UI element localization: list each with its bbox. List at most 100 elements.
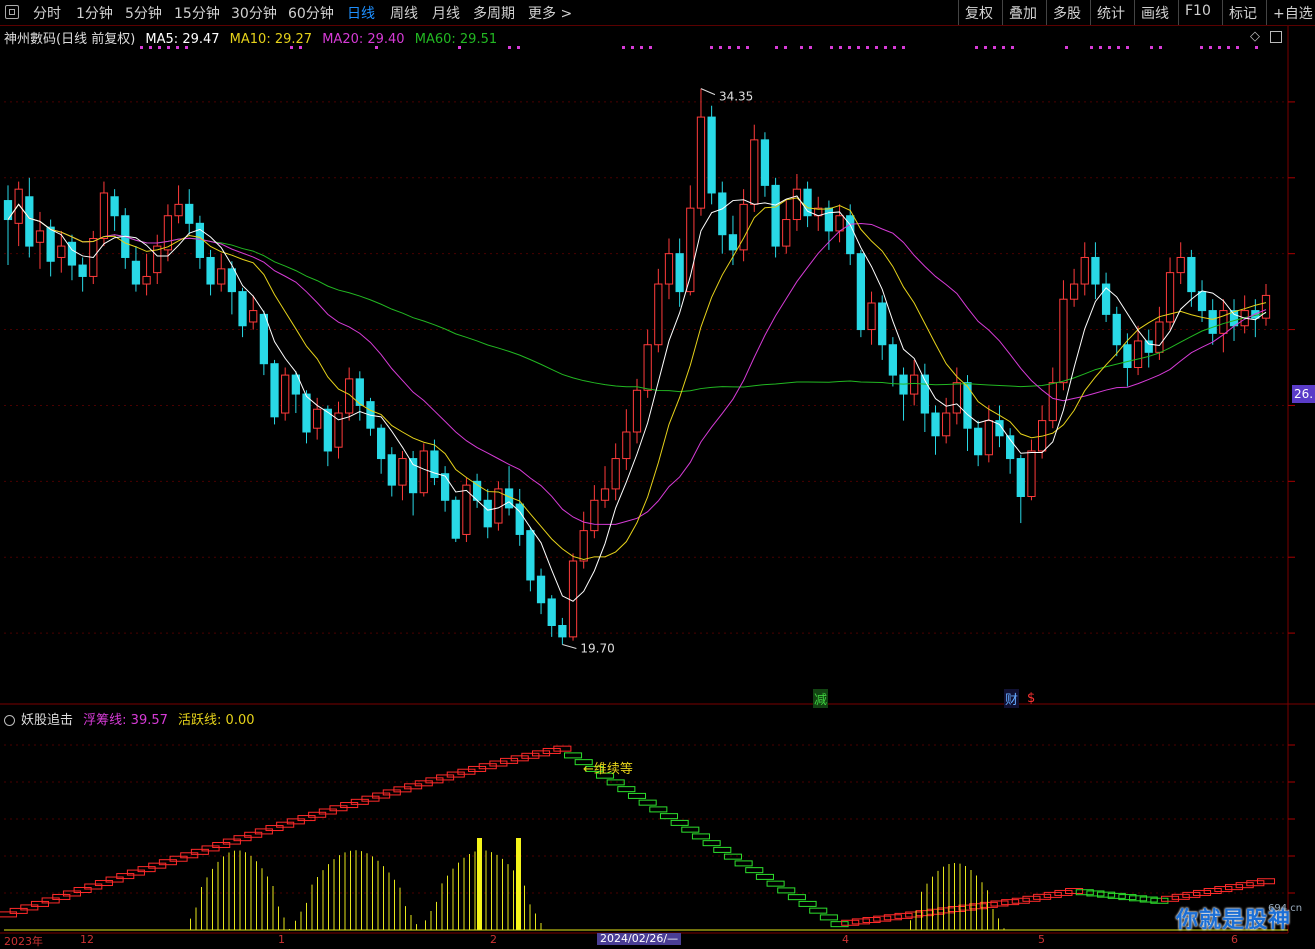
chip-line-step [318,808,337,815]
diamond-icon[interactable]: ◇ [1250,29,1260,44]
chip-line-step [9,907,28,914]
candle-body [142,275,151,285]
chip-line-step [659,813,679,820]
candle-body [867,302,876,331]
signal-dot [1002,46,1005,49]
candle-body [654,283,663,346]
signal-dot [1209,46,1212,49]
chip-line-step [883,914,902,921]
signal-dot [710,46,713,49]
chip-line-step [297,815,316,822]
signal-dot [800,46,803,49]
chip-line-step [404,783,423,790]
signal-dot [784,46,787,49]
signal-dot [631,46,634,49]
chip-line-step [1043,891,1062,898]
signal-dot [1126,46,1129,49]
ma5-value: MA5: 29.47 [145,32,220,47]
chip-line-step [1256,878,1276,885]
candle-body [878,302,887,346]
finance-marker[interactable]: 财 [1004,689,1020,708]
reduce-marker[interactable]: 减 [813,689,829,708]
candle-body [302,393,311,433]
candle-body [792,188,802,221]
dollar-marker[interactable]: $ [1027,691,1035,706]
chip-line-step [201,845,220,852]
x-label-2: 2 [490,933,497,946]
chip-line-step [1022,895,1041,902]
indicator-name[interactable]: 妖股追击 [21,713,73,728]
active-spike-bar [516,838,521,930]
candle-body [1048,382,1057,422]
signal-dot [1236,46,1239,49]
chip-line-step [606,779,625,786]
candle-body [99,192,109,239]
candle-body [526,530,535,581]
chip-line-step [20,904,39,911]
chip-line-step [222,838,241,845]
signal-dot [1150,46,1153,49]
candle-body [185,203,194,224]
chip-line-step [564,752,583,759]
chip-line-step [329,805,348,812]
chip-line-step [862,917,881,924]
chip-line-step [393,786,412,793]
signal-dot [902,46,905,49]
chip-line-step [990,900,1009,907]
candle-body [217,268,226,285]
chip-line-step [340,802,359,809]
chip-line-step [681,826,700,833]
candlestick-chart[interactable]: 34.35 19.70 [0,0,1315,945]
signal-dot [746,46,749,49]
chip-line-step [713,846,732,853]
candle-body [451,499,460,539]
candle-body [952,382,961,414]
chip-line-step [169,855,188,862]
chip-line-step [0,911,18,918]
ma-legend: 神州數码(日线 前复权) MA5: 29.47 MA10: 29.27 MA20… [4,28,503,47]
signal-dot [649,46,652,49]
candle-body [984,420,993,456]
chip-line-step [830,921,849,928]
signal-dot [839,46,842,49]
chip-line-step [126,869,145,876]
candle-body [174,203,183,217]
signal-dot [984,46,987,49]
chip-line-step [766,880,785,887]
candle-body [782,219,791,247]
candle-body [1112,313,1121,346]
candle-body [1261,294,1271,319]
floating-chips-value: 浮筹线: 39.57 [83,713,168,728]
candle-body [707,116,716,194]
chip-line-step [1011,897,1030,904]
window-icon[interactable] [1270,30,1283,43]
chip-line-step [798,900,817,907]
chip-line-step [691,833,710,840]
candle-body [1133,340,1143,368]
ma10-value: MA10: 29.27 [229,32,313,47]
indicator-settings-icon[interactable] [4,715,15,726]
ma60-value: MA60: 29.51 [414,32,498,47]
candle-body [270,363,279,418]
candle-body [643,344,652,391]
candle-body [760,139,770,186]
signal-dot [809,46,812,49]
candle-body [281,374,290,414]
candle-body [590,499,599,532]
low-pointer [562,643,577,649]
candle-body [942,412,951,437]
candle-body [1219,310,1228,334]
chip-line-step [819,914,838,921]
candle-body [728,234,738,251]
candle-body [14,188,23,224]
signal-dot [737,46,740,49]
signal-dot [993,46,996,49]
ma20-value: MA20: 29.40 [322,32,405,47]
candle-body [419,450,428,494]
candle-body [856,253,866,331]
chip-line-step [372,792,391,799]
candle-body [611,458,620,490]
chip-line-step [276,821,295,828]
x-label-6: 6 [1231,933,1238,946]
candle-body [1197,291,1207,312]
